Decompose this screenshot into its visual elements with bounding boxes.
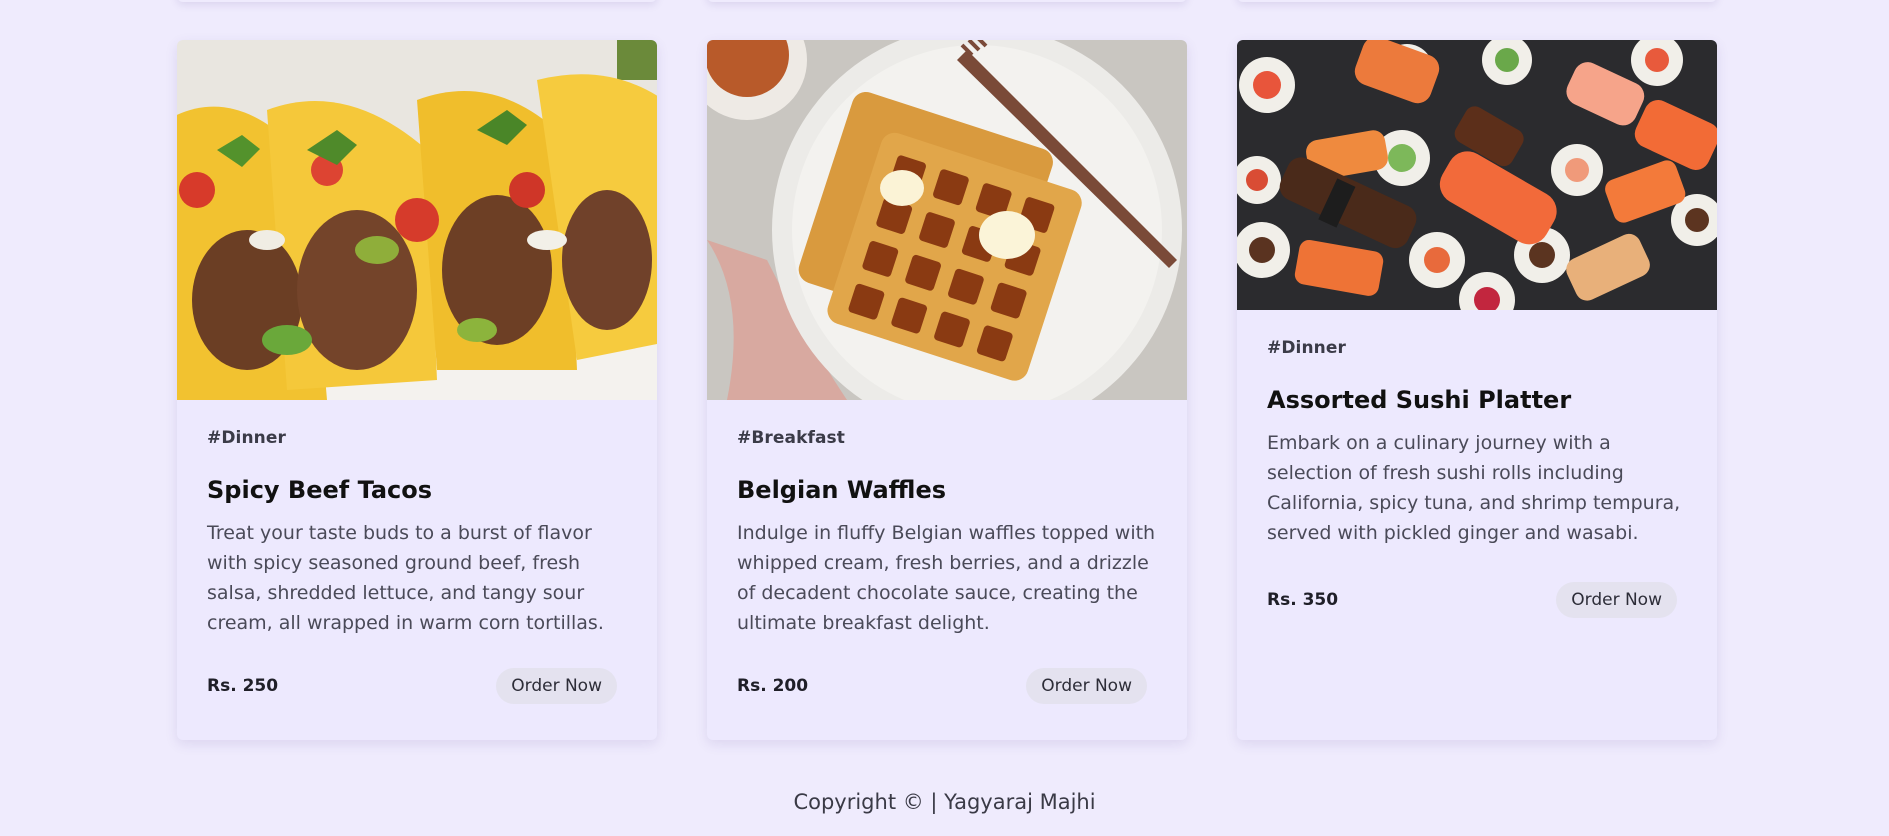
copyright-footer: Copyright © | Yagyaraj Majhi — [793, 790, 1096, 814]
recipe-description: Treat your taste buds to a burst of flav… — [207, 522, 604, 634]
order-now-button[interactable]: Order Now — [1026, 668, 1147, 704]
recipe-description: Indulge in fluffy Belgian waffles topped… — [737, 522, 1156, 634]
category-tag: #Dinner — [1267, 338, 1347, 358]
card-footer: Rs. 200 Order Now — [737, 668, 1147, 704]
recipe-title: Spicy Beef Tacos — [207, 476, 433, 504]
previous-card-edge — [707, 0, 1187, 2]
order-now-button[interactable]: Order Now — [496, 668, 617, 704]
previous-card-edge — [1237, 0, 1717, 2]
recipe-card-sushi: #Dinner Assorted Sushi Platter Embark on… — [1237, 40, 1717, 740]
recipe-card-tacos: #Dinner Spicy Beef Tacos Treat your tast… — [177, 40, 657, 740]
recipe-title: Belgian Waffles — [737, 476, 947, 504]
price-label: Rs. 350 — [1267, 590, 1339, 610]
card-footer: Rs. 250 Order Now — [207, 668, 617, 704]
category-tag: #Dinner — [207, 428, 287, 448]
recipe-description: Embark on a culinary journey with a sele… — [1267, 432, 1681, 544]
price-label: Rs. 250 — [207, 676, 279, 696]
price-label: Rs. 200 — [737, 676, 809, 696]
recipe-title: Assorted Sushi Platter — [1267, 386, 1572, 414]
previous-card-edge — [177, 0, 657, 2]
waffles-image — [707, 40, 1187, 400]
order-now-button[interactable]: Order Now — [1556, 582, 1677, 618]
sushi-image — [1237, 40, 1717, 310]
recipe-card-waffles: #Breakfast Belgian Waffles Indulge in fl… — [707, 40, 1187, 740]
category-tag: #Breakfast — [737, 428, 846, 448]
tacos-image — [177, 40, 657, 400]
card-footer: Rs. 350 Order Now — [1267, 582, 1677, 618]
page: #Dinner Spicy Beef Tacos Treat your tast… — [0, 0, 1889, 836]
